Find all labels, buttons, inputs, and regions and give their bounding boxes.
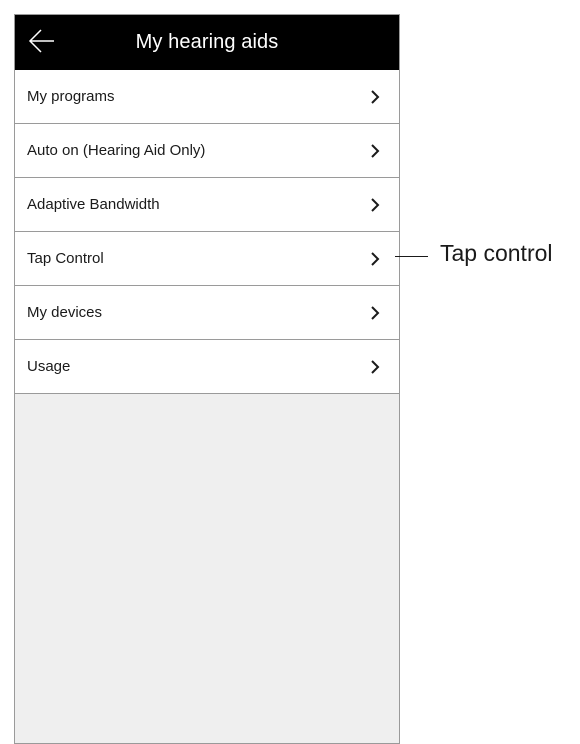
list-item-tap-control[interactable]: Tap Control — [15, 232, 399, 286]
list-item-label: Usage — [27, 358, 71, 375]
list-item-my-devices[interactable]: My devices — [15, 286, 399, 340]
chevron-right-icon — [370, 252, 380, 266]
callout-label: Tap control — [440, 240, 553, 266]
phone-screen: My hearing aids My programs Auto on (Hea… — [14, 14, 400, 744]
callout-leader-line — [395, 256, 428, 257]
chevron-right-icon — [370, 306, 380, 320]
chevron-right-icon — [370, 144, 380, 158]
list-item-label: My devices — [27, 304, 103, 321]
list-item-my-programs[interactable]: My programs — [15, 70, 399, 124]
list-item-label: Tap Control — [27, 250, 104, 267]
list-item-label: My programs — [27, 88, 115, 105]
list-item-auto-on[interactable]: Auto on (Hearing Aid Only) — [15, 124, 399, 178]
chevron-right-icon — [370, 360, 380, 374]
list-item-usage[interactable]: Usage — [15, 340, 399, 394]
list-item-label: Adaptive Bandwidth — [27, 196, 160, 213]
app-header: My hearing aids — [15, 15, 399, 70]
chevron-right-icon — [370, 90, 380, 104]
list-item-label: Auto on (Hearing Aid Only) — [27, 142, 206, 159]
page-title: My hearing aids — [135, 31, 279, 53]
settings-list: My programs Auto on (Hearing Aid Only) A… — [15, 70, 399, 394]
chevron-right-icon — [370, 198, 380, 212]
list-item-adaptive-bandwidth[interactable]: Adaptive Bandwidth — [15, 178, 399, 232]
